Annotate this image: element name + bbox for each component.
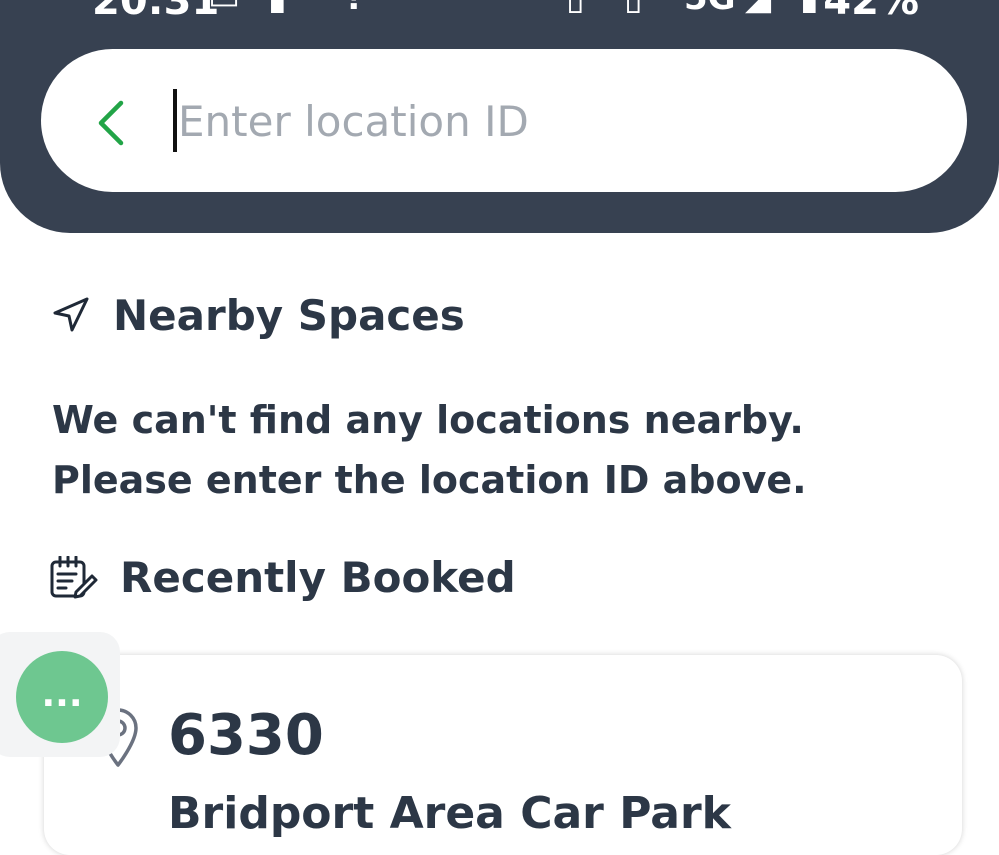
nearby-spaces-title: Nearby Spaces xyxy=(113,291,465,340)
alert-icon: ! xyxy=(346,0,362,18)
app-notification-icon: ▮ xyxy=(268,0,287,18)
status-bar: 20:31 ▭ ▮ ! ▯ ▯ 5G ◢ ▮ 42% xyxy=(0,0,999,24)
location-name-label: Bridport Area Car Park xyxy=(168,788,731,839)
battery-icon: ▮ xyxy=(800,0,819,18)
more-dots-icon[interactable]: ... xyxy=(16,651,108,743)
chevron-left-icon[interactable] xyxy=(95,99,127,147)
alarm-icon: ▯ xyxy=(624,0,643,18)
network-5g-icon: 5G xyxy=(684,0,736,18)
battery-percent: 42% xyxy=(823,0,919,24)
text-cursor xyxy=(173,89,177,152)
status-time: 20:31 xyxy=(92,0,220,24)
vibrate-icon: ▯ xyxy=(566,0,585,18)
no-locations-message: We can't find any locations nearby. Plea… xyxy=(52,398,807,502)
navigation-arrow-icon xyxy=(53,297,89,332)
recently-booked-title: Recently Booked xyxy=(120,553,516,602)
location-id-label: 6330 xyxy=(168,703,324,768)
notification-icon: ▭ xyxy=(208,0,240,18)
signal-icon: ◢ xyxy=(745,0,771,18)
calendar-edit-icon xyxy=(50,556,98,599)
location-id-input[interactable] xyxy=(178,86,878,156)
